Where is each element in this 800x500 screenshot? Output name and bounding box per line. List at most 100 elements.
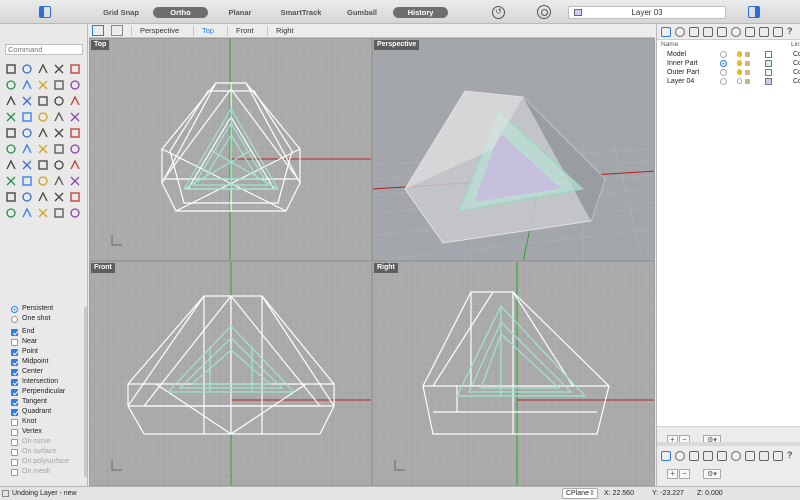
camera-icon[interactable]: [52, 206, 66, 220]
camera-panel-icon[interactable]: [717, 451, 727, 461]
osnap-item[interactable]: Knot: [5, 417, 85, 427]
join-icon[interactable]: [52, 142, 66, 156]
analyze-icon[interactable]: [4, 190, 18, 204]
sweep-icon[interactable]: [36, 110, 50, 124]
single-viewport-icon[interactable]: [111, 25, 123, 36]
osnap-item[interactable]: Near: [5, 337, 85, 347]
osnap-item[interactable]: Center: [5, 367, 85, 377]
layer-icon[interactable]: [52, 174, 66, 188]
extrude-icon[interactable]: [4, 110, 18, 124]
osnap-checkbox[interactable]: [11, 468, 18, 476]
left-scrollbar[interactable]: [84, 307, 87, 477]
sphere-icon[interactable]: [20, 94, 34, 108]
lock-icon[interactable]: [68, 174, 82, 188]
osnap-item[interactable]: Tangent: [5, 397, 85, 407]
layers-material-header[interactable]: Lin: [791, 40, 800, 49]
osnap-item[interactable]: Perpendicular: [5, 387, 85, 397]
camera-panel-icon[interactable]: [717, 27, 727, 37]
light-icon[interactable]: [36, 206, 50, 220]
osnap-checkbox[interactable]: [11, 438, 18, 446]
copy-icon[interactable]: [20, 126, 34, 140]
torus-icon[interactable]: [68, 94, 82, 108]
fillet-icon[interactable]: [4, 158, 18, 172]
named-views-panel-icon[interactable]: [759, 451, 769, 461]
osnap-item[interactable]: Point: [5, 347, 85, 357]
layer-row[interactable]: Layer 04 Co: [657, 77, 800, 86]
polygon-icon[interactable]: [52, 78, 66, 92]
zoom-icon[interactable]: [52, 190, 66, 204]
cplane-dropdown[interactable]: CPlane: [562, 488, 598, 499]
osnap-checkbox[interactable]: [11, 408, 18, 416]
text-icon[interactable]: [20, 174, 34, 188]
osnap-checkbox[interactable]: [11, 428, 18, 436]
lock-icon[interactable]: [745, 79, 750, 84]
command-history-icon[interactable]: [2, 490, 9, 497]
osnap-item[interactable]: On mesh: [5, 467, 85, 477]
panel-toggle-icon[interactable]: [748, 6, 760, 18]
dimension-icon[interactable]: [4, 174, 18, 188]
measure-icon[interactable]: [20, 190, 34, 204]
panel-scrollbar[interactable]: [657, 442, 800, 446]
osnap-item[interactable]: Midpoint: [5, 357, 85, 367]
osnap-item[interactable]: End: [5, 327, 85, 337]
layer-color-swatch[interactable]: [765, 60, 772, 67]
mirror-icon[interactable]: [68, 126, 82, 140]
viewport-front[interactable]: Front: [89, 261, 372, 486]
osnap-target-icon[interactable]: [537, 5, 551, 19]
layer-color-swatch[interactable]: [765, 51, 772, 58]
sidebar-toggle-icon[interactable]: [39, 6, 51, 18]
help-question-icon[interactable]: ?: [787, 26, 793, 36]
osnap-checkbox[interactable]: [11, 388, 18, 396]
command-input[interactable]: [5, 44, 83, 55]
gumball-button[interactable]: Gumball: [340, 7, 384, 18]
add-button[interactable]: +: [667, 469, 678, 479]
planar-button[interactable]: Planar: [220, 7, 260, 18]
osnap-mode-persistent[interactable]: Persistent: [5, 304, 85, 314]
viewport-top-label[interactable]: Top: [91, 40, 110, 50]
display-panel-icon[interactable]: [689, 451, 699, 461]
help-question-icon[interactable]: ?: [787, 450, 793, 460]
osnap-mode-oneshot[interactable]: One shot: [5, 314, 85, 324]
hatch-icon[interactable]: [36, 174, 50, 188]
tab-perspective[interactable]: Perspective: [140, 26, 179, 36]
move-icon[interactable]: [4, 126, 18, 140]
smarttrack-button[interactable]: SmartTrack: [275, 7, 327, 18]
named-views-panel-icon[interactable]: [759, 27, 769, 37]
lock-icon[interactable]: [745, 70, 750, 75]
check-icon[interactable]: [36, 190, 50, 204]
viewport-right[interactable]: Right: [372, 261, 655, 486]
record-history-icon[interactable]: ↺: [492, 6, 505, 19]
lock-icon[interactable]: [745, 52, 750, 57]
viewport-right-label[interactable]: Right: [374, 263, 398, 273]
patch-icon[interactable]: [68, 110, 82, 124]
remove-button[interactable]: −: [679, 469, 690, 479]
osnap-checkbox[interactable]: [11, 378, 18, 386]
tab-right[interactable]: Right: [276, 26, 294, 36]
persistent-radio[interactable]: [11, 305, 18, 313]
point-icon[interactable]: [20, 62, 34, 76]
select-arrow-icon[interactable]: [4, 62, 18, 76]
layers-panel-icon[interactable]: [661, 27, 671, 37]
current-layer-selector[interactable]: Layer 03: [568, 6, 726, 19]
osnap-checkbox[interactable]: [11, 368, 18, 376]
osnap-checkbox[interactable]: [11, 418, 18, 426]
viewport-front-label[interactable]: Front: [91, 263, 115, 273]
osnap-item[interactable]: On curve: [5, 437, 85, 447]
material-panel-icon[interactable]: [731, 451, 741, 461]
grid-snap-button[interactable]: Grid Snap: [96, 7, 146, 18]
osnap-item[interactable]: On polysurface: [5, 457, 85, 467]
viewport-perspective[interactable]: Perspective: [372, 38, 655, 261]
layer-color-swatch[interactable]: [765, 78, 772, 85]
properties-panel-icon[interactable]: [675, 27, 685, 37]
tab-front[interactable]: Front: [236, 26, 254, 36]
split-icon[interactable]: [36, 142, 50, 156]
layer-color-swatch[interactable]: [765, 69, 772, 76]
array-icon[interactable]: [4, 142, 18, 156]
osnap-checkbox[interactable]: [11, 328, 18, 336]
chamfer-icon[interactable]: [20, 158, 34, 172]
display-modes-panel-icon[interactable]: [773, 451, 783, 461]
boolean-difference-icon[interactable]: [68, 158, 82, 172]
lock-icon[interactable]: [745, 61, 750, 66]
osnap-checkbox[interactable]: [11, 348, 18, 356]
light-bulb-icon[interactable]: [737, 60, 742, 66]
